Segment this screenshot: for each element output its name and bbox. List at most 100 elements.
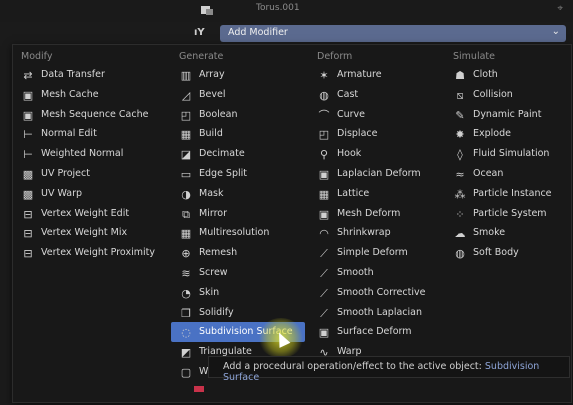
menu-item-vertex-weight-proximity[interactable]: ⊟ Vertex Weight Proximity xyxy=(21,243,155,263)
menu-item-label: Curve xyxy=(337,108,366,120)
menu-item-skin[interactable]: ◔ Skin xyxy=(179,283,305,303)
mesh-deform-icon: ▣ xyxy=(318,207,330,221)
column-generate: Generate ▥ Array ◿ Bevel ◰ Boolean ▦ Build ◪ Deci… xyxy=(171,51,305,382)
modifier-tab-icon[interactable] xyxy=(200,4,214,16)
menu-item-mesh-cache[interactable]: ▣ Mesh Cache xyxy=(21,85,155,105)
menu-item-mask[interactable]: ◑ Mask xyxy=(179,184,305,204)
vertex-weight-mix-icon: ⊟ xyxy=(23,227,33,241)
menu-item-data-transfer[interactable]: ⇄ Data Transfer xyxy=(21,65,155,85)
menu-item-uv-project[interactable]: ▩ UV Project xyxy=(21,164,155,184)
menu-item-dynamic-paint[interactable]: ✎ Dynamic Paint xyxy=(453,105,552,125)
menu-item-boolean[interactable]: ◰ Boolean xyxy=(179,105,305,125)
menu-item-collision[interactable]: ⧅ Collision xyxy=(453,85,552,105)
menu-item-smoke[interactable]: ☁ Smoke xyxy=(453,223,552,243)
hook-icon: ⚲ xyxy=(319,148,329,162)
wireframe-icon: ▢ xyxy=(180,365,192,379)
menu-item-smooth[interactable]: ⟋ Smooth xyxy=(317,263,425,283)
triangulate-icon: ◩ xyxy=(180,346,192,360)
menu-item-label: Data Transfer xyxy=(41,69,105,80)
add-modifier-row: ıY Add Modifier ⌄ xyxy=(186,24,573,44)
remesh-icon: ⊕ xyxy=(181,247,191,261)
menu-item-remesh[interactable]: ⊕ Remesh xyxy=(179,243,305,263)
menu-item-label: UV Project xyxy=(41,167,90,179)
menu-item-normal-edit[interactable]: ⊢ Normal Edit xyxy=(21,124,155,144)
menu-item-uv-warp[interactable]: ▩ UV Warp xyxy=(21,184,155,204)
menu-item-explode[interactable]: ✸ Explode xyxy=(453,124,552,144)
data-transfer-icon: ⇄ xyxy=(23,69,33,82)
subdivision-surface-icon: ◌ xyxy=(181,326,191,340)
smoke-icon: ☁ xyxy=(454,227,466,241)
array-icon: ▥ xyxy=(180,69,192,82)
menu-item-bevel[interactable]: ◿ Bevel xyxy=(179,85,305,105)
menu-item-hook[interactable]: ⚲ Hook xyxy=(317,144,425,164)
bevel-icon: ◿ xyxy=(181,88,191,102)
uv-project-icon: ▩ xyxy=(22,167,34,181)
pin-icon[interactable]: ⌖ xyxy=(557,3,563,14)
lattice-icon: ▦ xyxy=(318,187,330,201)
menu-item-vertex-weight-mix[interactable]: ⊟ Vertex Weight Mix xyxy=(21,223,155,243)
menu-item-smooth-laplacian[interactable]: ⟋ Smooth Laplacian xyxy=(317,303,425,323)
screw-icon: ≋ xyxy=(181,266,191,280)
menu-item-decimate[interactable]: ◪ Decimate xyxy=(179,144,305,164)
menu-item-label: Skin xyxy=(199,286,220,298)
menu-item-label: Vertex Weight Proximity xyxy=(41,247,155,259)
menu-item-label: Smooth Corrective xyxy=(337,286,426,298)
menu-item-smooth-corrective[interactable]: ⟋ Smooth Corrective xyxy=(317,283,425,303)
menu-item-mesh-deform[interactable]: ▣ Mesh Deform xyxy=(317,204,425,224)
menu-item-label: Mirror xyxy=(199,207,227,219)
menu-item-particle-instance[interactable]: ⁂ Particle Instance xyxy=(453,184,552,204)
menu-item-label: Shrinkwrap xyxy=(337,227,391,239)
menu-item-mesh-sequence-cache[interactable]: ▣ Mesh Sequence Cache xyxy=(21,105,155,125)
solidify-icon: ❐ xyxy=(181,306,191,320)
menu-item-mirror[interactable]: ⧉ Mirror xyxy=(179,204,305,224)
menu-item-screw[interactable]: ≋ Screw xyxy=(179,263,305,283)
column-simulate: Simulate ☗ Cloth ⧅ Collision ✎ Dynamic Paint ✸… xyxy=(453,51,552,263)
menu-item-laplacian-deform[interactable]: ▣ Laplacian Deform xyxy=(317,164,425,184)
menu-item-particle-system[interactable]: ⁘ Particle System xyxy=(453,204,552,224)
menu-item-surface-deform[interactable]: ▣ Surface Deform xyxy=(317,322,425,342)
menu-item-label: Fluid Simulation xyxy=(473,148,550,160)
menu-item-solidify[interactable]: ❐ Solidify xyxy=(179,303,305,323)
menu-item-edge-split[interactable]: ▭ Edge Split xyxy=(179,164,305,184)
add-modifier-label: Add Modifier xyxy=(228,27,288,38)
menu-item-label: Build xyxy=(199,128,223,140)
menu-item-lattice[interactable]: ▦ Lattice xyxy=(317,184,425,204)
menu-item-vertex-weight-edit[interactable]: ⊟ Vertex Weight Edit xyxy=(21,204,155,224)
menu-item-simple-deform[interactable]: ⟋ Simple Deform xyxy=(317,243,425,263)
menu-item-label: Dynamic Paint xyxy=(473,108,542,120)
column-header: Modify xyxy=(21,51,53,62)
menu-item-fluid-simulation[interactable]: ◊ Fluid Simulation xyxy=(453,144,552,164)
curve-icon: ⌒ xyxy=(318,108,330,122)
column-modify: Modify ⇄ Data Transfer ▣ Mesh Cache ▣ Mesh Se… xyxy=(21,51,155,263)
menu-item-label: Mask xyxy=(199,187,224,199)
menu-item-cloth[interactable]: ☗ Cloth xyxy=(453,65,552,85)
menu-item-label: UV Warp xyxy=(41,187,83,199)
menu-item-array[interactable]: ▥ Array xyxy=(179,65,305,85)
menu-item-weighted-normal[interactable]: ⊢ Weighted Normal xyxy=(21,144,155,164)
menu-item-soft-body[interactable]: ◍ Soft Body xyxy=(453,243,552,263)
menu-item-displace[interactable]: ◰ Displace xyxy=(317,124,425,144)
wireframe-swatch xyxy=(194,386,204,392)
edge-split-icon: ▭ xyxy=(180,167,192,181)
menu-item-build[interactable]: ▦ Build xyxy=(179,124,305,144)
build-icon: ▦ xyxy=(180,128,192,142)
menu-item-cast[interactable]: ◍ Cast xyxy=(317,85,425,105)
menu-item-ocean[interactable]: ≈ Ocean xyxy=(453,164,552,184)
laplacian-deform-icon: ▣ xyxy=(318,167,330,181)
menu-item-shrinkwrap[interactable]: ◠ Shrinkwrap xyxy=(317,223,425,243)
add-modifier-button[interactable]: Add Modifier ⌄ xyxy=(220,25,566,42)
fluid-simulation-icon: ◊ xyxy=(457,148,463,162)
menu-item-label: Simple Deform xyxy=(337,247,408,259)
menu-item-label: Vertex Weight Mix xyxy=(41,227,128,239)
menu-item-multiresolution[interactable]: ▦ Multiresolution xyxy=(179,223,305,243)
chevron-down-icon: ⌄ xyxy=(551,26,560,37)
soft-body-icon: ◍ xyxy=(455,247,465,261)
wrench-icon: ıY xyxy=(194,27,205,38)
menu-item-label: Lattice xyxy=(337,187,370,199)
multiresolution-icon: ▦ xyxy=(180,227,192,241)
tooltip: Add a procedural operation/effect to the… xyxy=(208,356,570,383)
menu-item-armature[interactable]: ✶ Armature xyxy=(317,65,425,85)
menu-item-curve[interactable]: ⌒ Curve xyxy=(317,105,425,125)
simple-deform-icon: ⟋ xyxy=(320,247,328,261)
menu-item-label: Bevel xyxy=(199,88,226,100)
